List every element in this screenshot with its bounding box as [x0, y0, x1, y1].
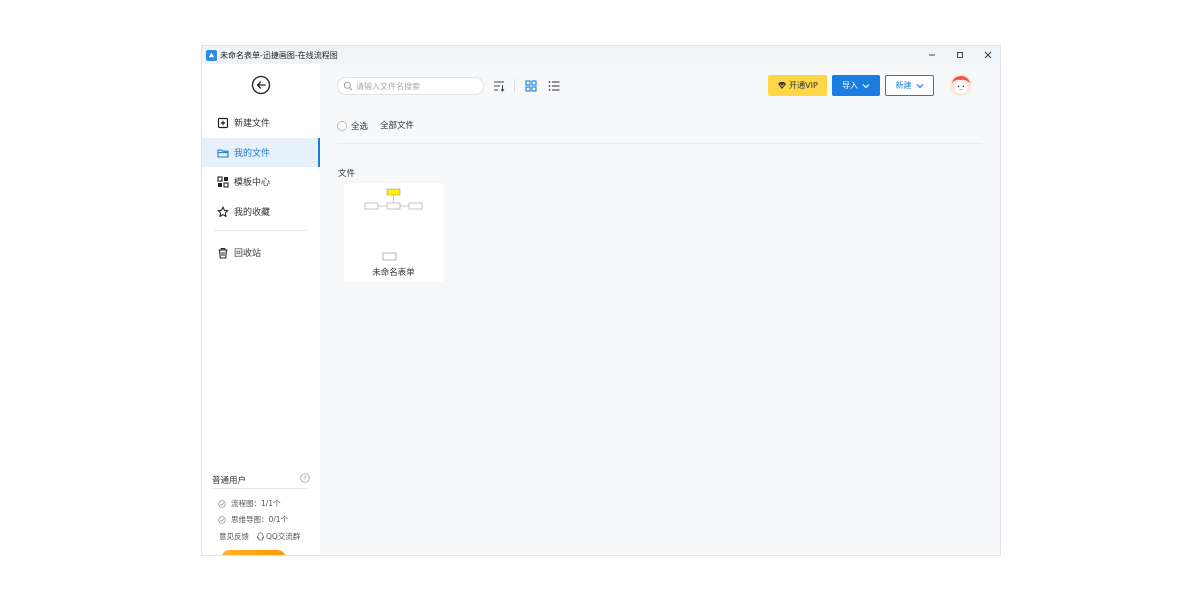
trash-icon: [218, 247, 228, 259]
flowchart-quota-text: 流程图：1/1个: [231, 499, 281, 508]
qq-group-label: QQ交流群: [266, 532, 301, 541]
sidebar-item-label: 新建文件: [234, 119, 271, 129]
sidebar-item-my-files[interactable]: 我的文件: [202, 138, 320, 167]
new-button[interactable]: 新建: [885, 75, 934, 96]
qq-group-link[interactable]: QQ交流群: [256, 531, 300, 542]
chevron-down-icon: [862, 83, 870, 88]
search-box[interactable]: [337, 77, 484, 95]
user-avatar[interactable]: [950, 74, 972, 96]
sidebar-item-label: 模板中心: [234, 178, 271, 188]
select-all-checkbox[interactable]: 全选: [337, 120, 368, 132]
flowchart-quota: 流程图：1/1个: [218, 498, 281, 509]
select-all-label: 全选: [351, 122, 369, 132]
app-window: 未命名表单-迅捷画图-在线流程图 新建文件 我的文件 模板中心 我的收藏 回收站…: [201, 45, 1001, 556]
toolbar-divider: [514, 79, 515, 93]
sidebar-item-label: 我的收藏: [234, 208, 271, 218]
search-input[interactable]: [356, 81, 476, 91]
sidebar-item-recycle-bin[interactable]: 回收站: [202, 238, 320, 267]
minimize-button[interactable]: [918, 46, 946, 64]
search-icon: [343, 81, 353, 91]
mindmap-quota-text: 思维导图：0/1个: [231, 515, 289, 524]
sidebar: 新建文件 我的文件模板中心我的收藏回收站普通用户? 流程图：1/1个 思维导图：0/…: [202, 64, 320, 557]
maximize-button[interactable]: [946, 46, 974, 64]
sidebar-divider: [214, 230, 308, 231]
star-icon: [217, 205, 229, 217]
check-circle-icon: [218, 499, 226, 508]
breadcrumb[interactable]: 全部文件: [380, 120, 414, 132]
app-logo-icon: [206, 49, 217, 61]
grid-icon: [217, 175, 229, 188]
sidebar-item-label: 回收站: [234, 249, 262, 259]
title-bar: 未命名表单-迅捷画图-在线流程图: [202, 46, 1000, 64]
sort-icon[interactable]: [493, 80, 505, 92]
file-thumbnail: [364, 188, 423, 261]
vip-diamond-icon: [778, 82, 787, 89]
main-panel: 开通VIP 导入 新建 全选: [320, 64, 1000, 555]
crown-icon: [233, 555, 243, 557]
folder-icon: [217, 148, 229, 158]
sidebar-vip-label: 开通VIP: [246, 554, 275, 556]
import-label: 导入: [842, 81, 858, 90]
section-title: 文件: [338, 169, 356, 179]
new-label: 新建: [895, 81, 912, 90]
svg-text:?: ?: [303, 475, 306, 482]
plus-square-icon: [217, 117, 229, 128]
sidebar-item-templates[interactable]: 模板中心: [202, 167, 320, 196]
grid-view-icon[interactable]: [525, 80, 537, 92]
select-all-radio[interactable]: [337, 121, 347, 131]
qq-icon: [257, 532, 264, 541]
content-divider: [337, 143, 982, 144]
back-arrow-icon[interactable]: [251, 75, 271, 95]
close-icon: [984, 51, 992, 59]
sidebar-item-favorites[interactable]: 我的收藏: [202, 197, 320, 226]
avatar-face-icon: [950, 74, 972, 96]
open-vip-button[interactable]: 开通VIP: [768, 75, 827, 96]
sidebar-item-new-file[interactable]: 新建文件: [202, 108, 320, 137]
file-name: 未命名表单: [372, 268, 415, 278]
user-level: 普通用户: [212, 476, 247, 486]
sidebar-item-label: 我的文件: [234, 149, 271, 159]
sidebar-vip-button[interactable]: 开通VIP: [221, 550, 286, 557]
window-title: 未命名表单-迅捷画图-在线流程图: [220, 50, 338, 60]
maximize-icon: [957, 52, 963, 58]
minimize-icon: [929, 54, 935, 56]
open-vip-label: 开通VIP: [789, 81, 818, 90]
chevron-down-icon: [916, 83, 923, 88]
close-button[interactable]: [974, 46, 1000, 64]
feedback-link[interactable]: 意见反馈: [219, 531, 249, 542]
file-card[interactable]: 未命名表单: [344, 183, 443, 282]
check-circle-icon: [218, 515, 226, 524]
import-button[interactable]: 导入: [832, 75, 880, 96]
mindmap-quota: 思维导图：0/1个: [218, 514, 288, 525]
user-divider: [212, 488, 308, 489]
list-view-icon[interactable]: [548, 80, 560, 92]
help-icon[interactable]: ?: [300, 473, 310, 483]
